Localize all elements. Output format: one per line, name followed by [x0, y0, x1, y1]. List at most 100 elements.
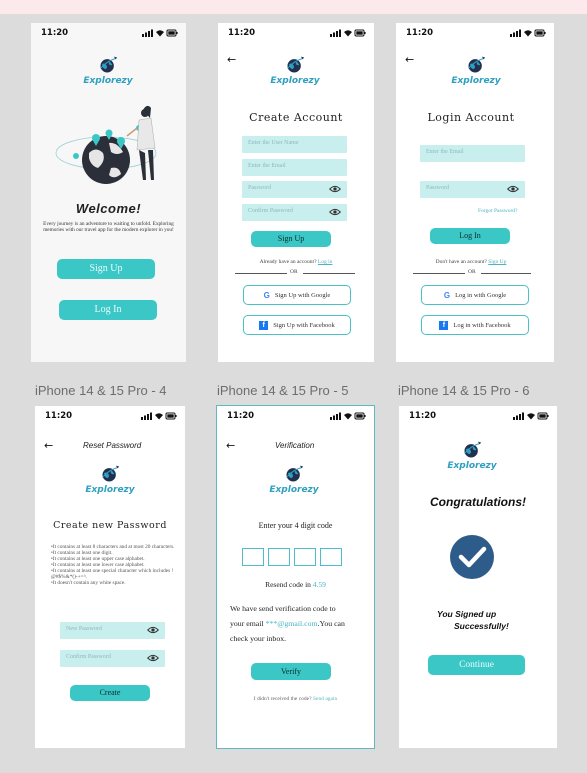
brand-name: Explorezy — [85, 485, 135, 495]
status-bar: 11:20 — [218, 23, 374, 45]
back-arrow-icon[interactable]: ← — [44, 439, 53, 452]
message-line-3: check your inbox. — [230, 634, 287, 643]
header-title: Verification — [275, 441, 315, 450]
login-link[interactable]: Log in — [318, 259, 333, 265]
not-received-text: I didn't received the code? — [253, 696, 312, 702]
status-time: 11:20 — [409, 411, 437, 421]
code-digit-input[interactable] — [268, 548, 290, 566]
status-bar: 11:20 — [217, 406, 374, 428]
status-icons — [513, 412, 549, 420]
google-signup-button[interactable]: G Sign Up with Google — [243, 285, 351, 305]
verify-button[interactable]: Verify — [251, 663, 331, 680]
phone-login: 11:20 ← Explorezy Login Account Enter th… — [396, 23, 554, 362]
facebook-login-button[interactable]: f Log in with Facebook — [421, 315, 529, 335]
code-digit-input[interactable] — [320, 548, 342, 566]
google-icon: G — [443, 290, 451, 300]
success-check-icon — [450, 535, 494, 579]
status-time: 11:20 — [227, 411, 255, 421]
username-field[interactable]: Enter the User Name — [242, 136, 347, 153]
brand-name: Explorezy — [269, 485, 319, 495]
globe-logo-icon — [285, 55, 305, 75]
sign-up-button[interactable]: Sign Up — [57, 259, 155, 279]
facebook-signup-button[interactable]: f Sign Up with Facebook — [243, 315, 351, 335]
log-in-button[interactable]: Log In — [430, 228, 510, 244]
phone-create-account: 11:20 ← Explorezy Create Account Enter t… — [218, 23, 374, 362]
email-field[interactable]: Enter the Email — [242, 159, 347, 176]
signup-link[interactable]: Sign Up — [488, 259, 506, 265]
status-icons — [142, 29, 178, 37]
or-divider: OR — [413, 269, 531, 277]
status-bar: 11:20 — [399, 406, 557, 428]
caption-phone-5: iPhone 14 & 15 Pro - 5 — [217, 383, 349, 398]
signed-up-line-1: You Signed up — [437, 609, 497, 619]
confirm-password-placeholder: Confirm Password — [248, 208, 293, 214]
page-title: Create new Password — [53, 520, 167, 531]
new-password-field[interactable]: New Password — [60, 622, 165, 639]
code-digit-input[interactable] — [294, 548, 316, 566]
app-logo: Explorezy — [441, 55, 511, 86]
password-field[interactable]: Password — [420, 181, 525, 198]
login-prompt: Already have an account? Log in — [218, 259, 374, 265]
google-icon: G — [263, 290, 270, 300]
status-time: 11:20 — [406, 28, 434, 38]
phone-verification: 11:20 ← Verification Explorezy Enter you… — [216, 405, 375, 749]
code-prompt: Enter your 4 digit code — [258, 521, 333, 530]
or-text: OR — [290, 269, 298, 275]
back-arrow-icon[interactable]: ← — [405, 53, 414, 66]
facebook-login-label: Log in with Facebook — [453, 321, 511, 329]
email-field[interactable]: Enter the Email — [420, 145, 525, 162]
resend-timer: Resend code in 4.59 — [217, 580, 374, 589]
signed-up-line-2: Successfully! — [454, 621, 509, 631]
status-bar: 11:20 — [396, 23, 554, 45]
facebook-signup-label: Sign Up with Facebook — [273, 321, 335, 329]
send-again-link[interactable]: Send again — [313, 696, 337, 702]
status-icons — [330, 412, 366, 420]
code-digit-input[interactable] — [242, 548, 264, 566]
google-signup-label: Sign Up with Google — [274, 291, 331, 299]
log-in-button[interactable]: Log In — [59, 300, 157, 320]
masked-email: ***@gmail.com — [265, 619, 318, 628]
confirm-password-field[interactable]: Confirm Password — [242, 204, 347, 221]
password-placeholder: Password — [248, 185, 272, 191]
resend-prompt: I didn't received the code? Send again — [217, 696, 374, 702]
brand-name: Explorezy — [447, 461, 497, 471]
back-arrow-icon[interactable]: ← — [226, 439, 235, 452]
confirm-password-field[interactable]: Confirm Password — [60, 650, 165, 667]
password-placeholder: Password — [426, 185, 450, 191]
eye-icon[interactable] — [329, 185, 341, 193]
google-login-button[interactable]: G Log in with Google — [421, 285, 529, 305]
eye-icon[interactable] — [147, 626, 159, 634]
resend-time: 4.59 — [312, 580, 326, 589]
or-divider: OR — [235, 269, 355, 277]
forgot-password-link[interactable]: Forgot Password? — [478, 208, 517, 214]
status-icons — [510, 29, 546, 37]
sign-up-button[interactable]: Sign Up — [251, 231, 331, 247]
congrats-title: Congratulations! — [430, 495, 526, 509]
app-logo: Explorezy — [437, 440, 507, 471]
eye-slash-icon[interactable] — [329, 208, 341, 216]
brand-name: Explorezy — [270, 76, 320, 86]
confirm-password-placeholder: Confirm Password — [66, 654, 111, 660]
new-password-placeholder: New Password — [66, 626, 102, 632]
brand-name: Explorezy — [83, 76, 133, 86]
caption-phone-4: iPhone 14 & 15 Pro - 4 — [35, 383, 167, 398]
signup-prompt: Don't have an account? Sign Up — [396, 259, 546, 265]
or-text: OR — [468, 269, 476, 275]
create-button[interactable]: Create — [70, 685, 150, 701]
eye-slash-icon[interactable] — [147, 654, 159, 662]
globe-logo-icon — [284, 464, 304, 484]
back-arrow-icon[interactable]: ← — [227, 53, 236, 66]
resend-prefix: Resend code in — [265, 580, 311, 589]
brand-name: Explorezy — [451, 76, 501, 86]
password-field[interactable]: Password — [242, 181, 347, 198]
eye-icon[interactable] — [507, 185, 519, 193]
facebook-icon: f — [439, 320, 449, 330]
no-account-text: Don't have an account? — [435, 259, 487, 265]
message-line-2-pre: your email — [230, 619, 264, 628]
globe-logo-icon — [462, 440, 482, 460]
email-placeholder: Enter the Email — [248, 163, 286, 169]
welcome-title: Welcome! — [75, 201, 142, 216]
caption-phone-6: iPhone 14 & 15 Pro - 6 — [398, 383, 530, 398]
continue-button[interactable]: Continue — [428, 655, 525, 675]
message-line-1: We have send verification code to — [230, 604, 336, 613]
